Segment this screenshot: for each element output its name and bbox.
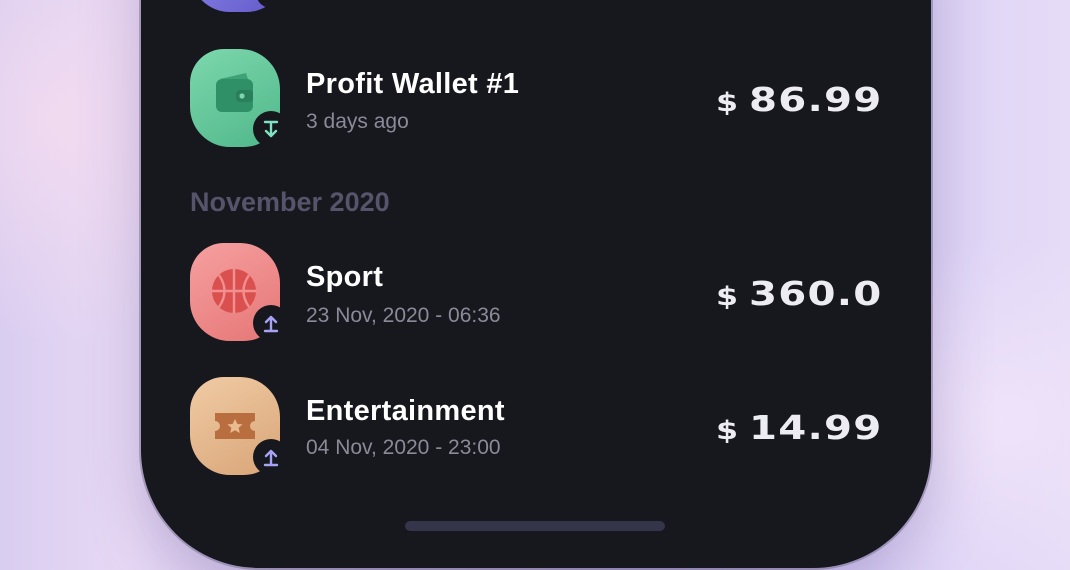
- arrow-incoming-icon: [263, 120, 279, 138]
- section-header-month: November 2020: [190, 187, 390, 217]
- transaction-title: Sport: [306, 261, 384, 293]
- home-indicator[interactable]: [405, 521, 665, 531]
- transaction-amount: $14.99: [715, 408, 882, 447]
- amount-value: 360.0: [748, 274, 882, 313]
- transaction-row-profit-wallet[interactable]: Profit Wallet #1 3 days ago $86.99: [190, 49, 890, 147]
- direction-badge: [253, 305, 289, 341]
- arrow-outgoing-icon: [263, 315, 279, 333]
- transaction-date: 04 Nov, 2020 - 23:00: [306, 436, 501, 459]
- direction-badge: [253, 439, 289, 475]
- arrow-outgoing-icon: [263, 449, 279, 467]
- transaction-date: 3 days ago: [306, 110, 409, 133]
- transaction-row-sport[interactable]: Sport 23 Nov, 2020 - 06:36 $360.0: [190, 243, 890, 341]
- currency-symbol: $: [715, 88, 739, 118]
- transaction-title: Profit Wallet #1: [306, 68, 520, 100]
- currency-symbol: $: [715, 282, 739, 312]
- amount-value: 86.99: [748, 80, 882, 119]
- transaction-amount: $86.99: [715, 80, 882, 119]
- amount-value: 14.99: [748, 408, 882, 447]
- transaction-date: 23 Nov, 2020 - 06:36: [306, 304, 501, 327]
- currency-symbol: $: [715, 416, 739, 446]
- direction-badge: [253, 111, 289, 147]
- transaction-amount: $360.0: [715, 274, 882, 313]
- transaction-row-entertainment[interactable]: Entertainment 04 Nov, 2020 - 23:00 $14.9…: [190, 377, 890, 475]
- transaction-title: Entertainment: [306, 395, 505, 427]
